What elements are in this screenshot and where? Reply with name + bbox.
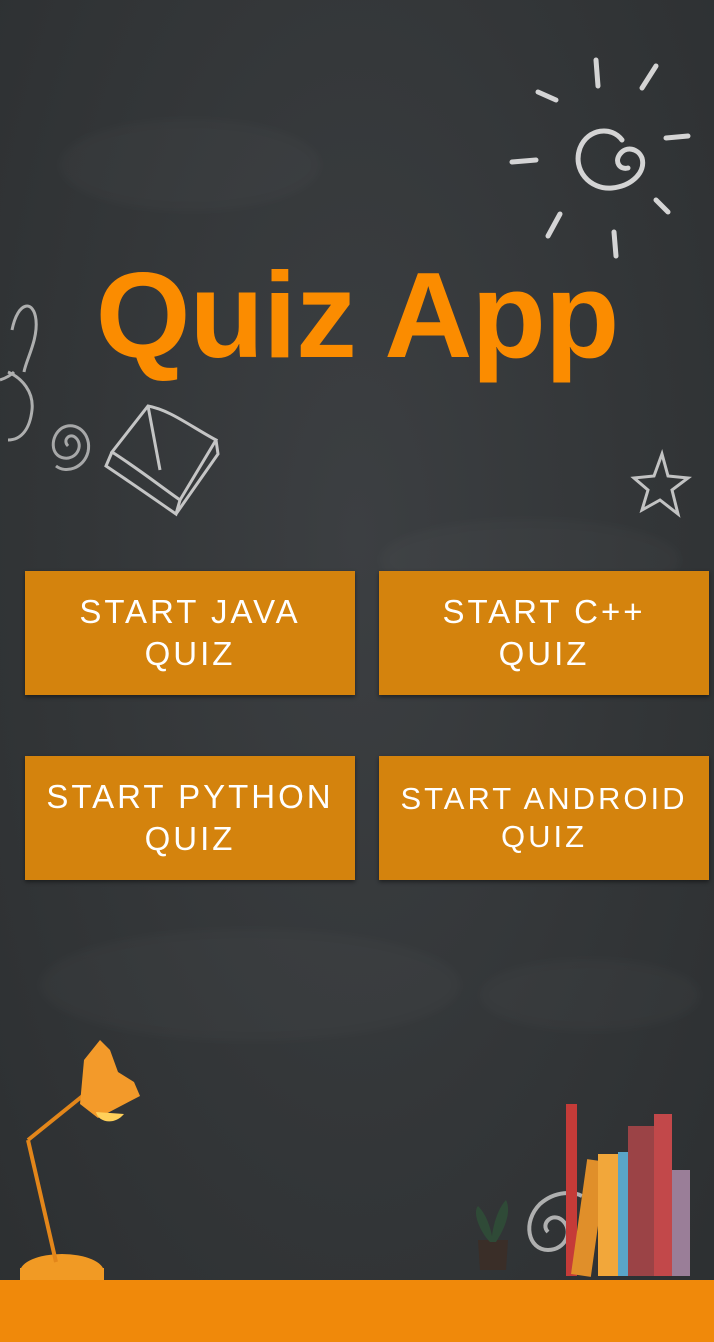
star-doodle-icon xyxy=(630,449,692,518)
start-android-quiz-button[interactable]: START ANDROID QUIZ xyxy=(379,756,709,880)
book-doodle-icon xyxy=(104,404,220,517)
start-cpp-quiz-button[interactable]: START C++ QUIZ xyxy=(379,571,709,695)
desk-surface xyxy=(0,1280,714,1342)
sun-doodle-icon xyxy=(509,57,691,259)
plant-icon xyxy=(475,1200,509,1270)
books-icon xyxy=(566,1104,690,1277)
quiz-home-screen: Quiz App START JAVA QUIZ START C++ QUIZ … xyxy=(0,0,714,1342)
desk-lamp-icon xyxy=(20,1040,140,1290)
app-title: Quiz App xyxy=(95,247,620,383)
swirl-doodle-icon xyxy=(51,424,91,471)
start-python-quiz-button[interactable]: START PYTHON QUIZ xyxy=(25,756,355,880)
start-java-quiz-button[interactable]: START JAVA QUIZ xyxy=(25,571,355,695)
